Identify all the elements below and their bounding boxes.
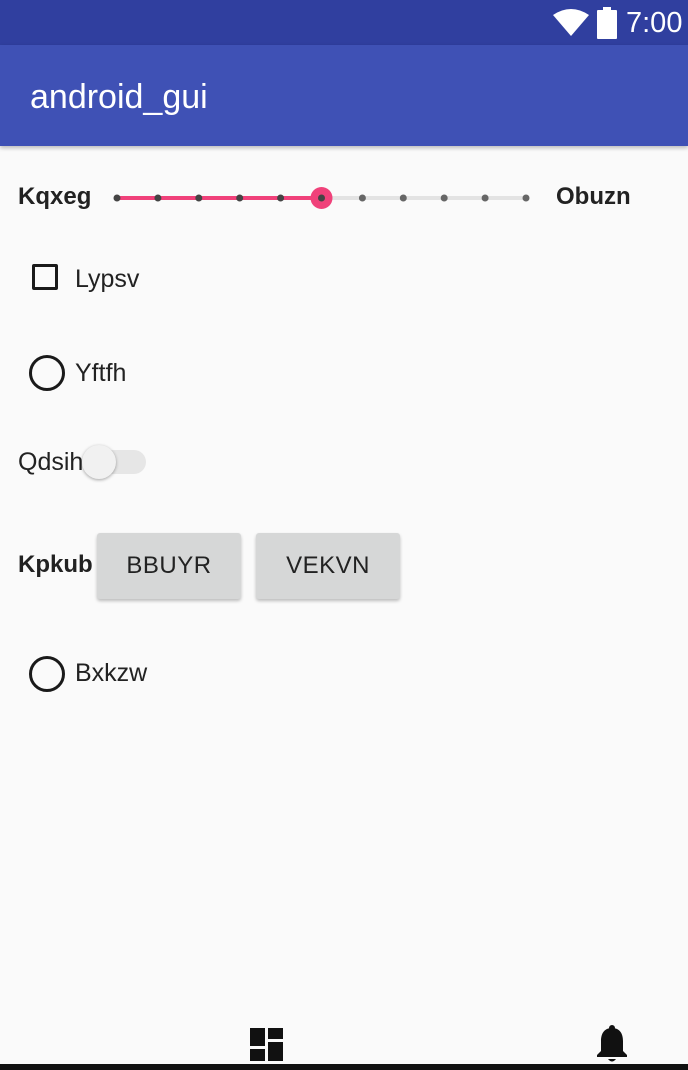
seekbar-tick: [113, 194, 121, 202]
seekbar[interactable]: [112, 182, 534, 214]
app-bar: android_gui: [0, 45, 688, 146]
app-title: android_gui: [30, 78, 208, 116]
status-clock: 7:00: [626, 7, 683, 39]
radio-yftfh[interactable]: [29, 355, 65, 391]
seekbar-tick: [440, 194, 448, 202]
seekbar-tick: [481, 194, 489, 202]
notifications-icon[interactable]: [596, 1025, 628, 1063]
screen: 7:00 android_gui Kqxeg Obuzn Lypsv Yftfh…: [0, 0, 688, 1070]
status-bar: 7:00: [0, 0, 688, 45]
seekbar-thumb-tick: [318, 194, 325, 202]
battery-icon: [597, 7, 617, 39]
dashboard-icon[interactable]: [250, 1028, 283, 1061]
seekbar-tick: [236, 194, 244, 202]
radio-bxkzw[interactable]: [29, 656, 65, 692]
slider-start-label: Kqxeg: [18, 183, 92, 210]
vekvn-button[interactable]: VEKVN: [256, 533, 400, 599]
seekbar-tick: [277, 194, 285, 202]
button-row-label: Kpkub: [18, 551, 93, 578]
slider-end-label: Obuzn: [556, 183, 631, 210]
navigation-bar: [0, 1064, 688, 1070]
bbuyr-button[interactable]: BBUYR: [97, 533, 241, 599]
radio-bxkzw-label: Bxkzw: [75, 659, 148, 687]
seekbar-tick: [399, 194, 407, 202]
switch-thumb[interactable]: [82, 445, 116, 479]
seekbar-tick: [154, 194, 162, 202]
seekbar-tick: [195, 194, 203, 202]
radio-yftfh-label: Yftfh: [75, 359, 127, 387]
switch-label: Qdsih: [18, 448, 84, 476]
seekbar-tick: [358, 194, 366, 202]
checkbox-label: Lypsv: [75, 265, 140, 293]
seekbar-tick: [522, 194, 530, 202]
checkbox-lypsv[interactable]: [32, 264, 58, 290]
wifi-icon: [553, 9, 589, 36]
